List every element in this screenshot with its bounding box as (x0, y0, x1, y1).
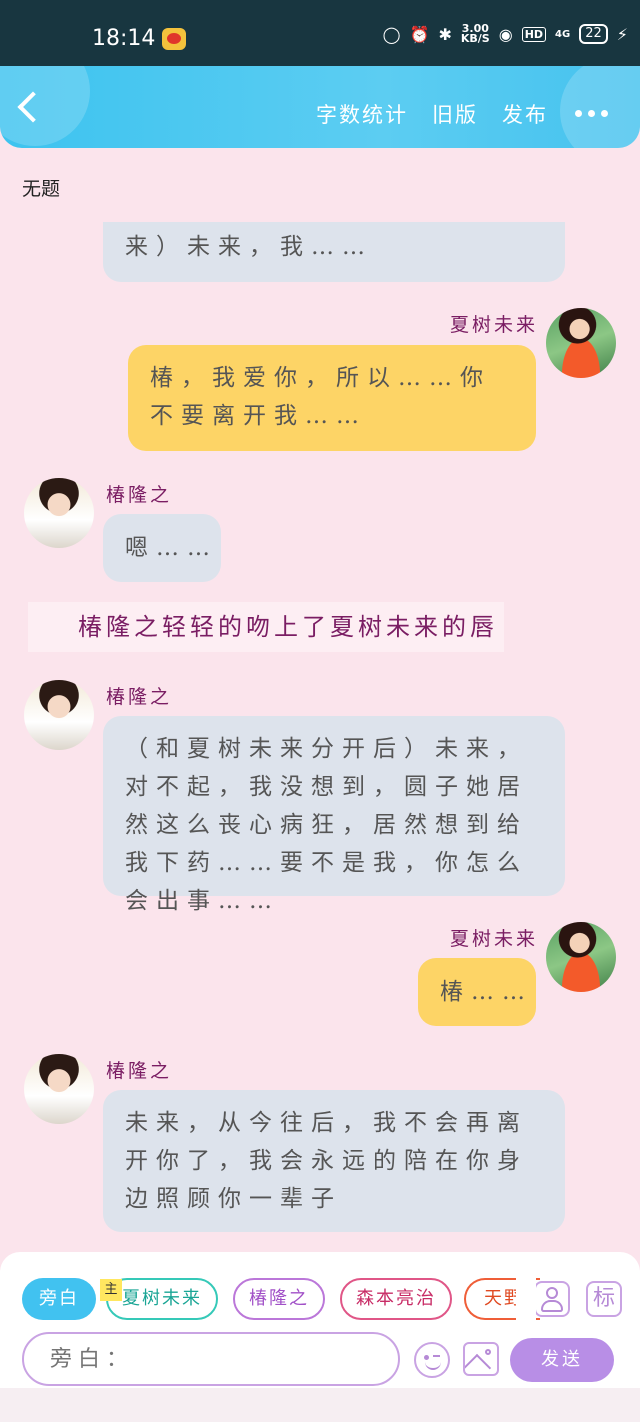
main-role-badge: 主 (100, 1279, 122, 1301)
chat-area[interactable]: 来）未来，我…… 夏树未来 椿，我爱你，所以……你不要离开我…… 椿隆之 嗯……… (0, 148, 640, 1252)
avatar-chunlong[interactable] (24, 1054, 94, 1124)
role-chip-narration[interactable]: 旁白 (22, 1278, 96, 1320)
avatar-chunlong[interactable] (24, 680, 94, 750)
role-chip-xiashu[interactable]: 夏树未来 (106, 1278, 218, 1320)
send-button[interactable]: 发送 (510, 1338, 614, 1382)
charging-icon: ⚡ (616, 24, 628, 44)
wifi-icon: ◉ (498, 24, 513, 44)
message-input-box[interactable] (22, 1332, 400, 1386)
message-bubble[interactable]: 未来，从今往后，我不会再离开你了，我会永远的陪在你身边照顾你一辈子 (103, 1090, 565, 1232)
message-input[interactable] (24, 1334, 398, 1384)
speaker-name: 椿隆之 (106, 686, 173, 708)
speaker-name: 椿隆之 (106, 484, 173, 506)
status-bar: 18:14 ◯ ⏰ ✱ 3.00 KB/S ◉ HD 4G 22 ⚡ (0, 0, 640, 66)
narration-line[interactable]: 椿隆之轻轻的吻上了夏树未来的唇 (28, 602, 504, 652)
message-bubble[interactable]: 椿…… (418, 958, 536, 1026)
weibo-notification-icon (162, 28, 186, 50)
app-header: 字数统计 旧版 发布 (0, 66, 640, 148)
role-chip-senben[interactable]: 森本亮治 (340, 1278, 452, 1320)
speaker-name: 椿隆之 (106, 1060, 173, 1082)
message-bubble[interactable]: 椿，我爱你，所以……你不要离开我…… (128, 345, 536, 451)
avatar-chunlong[interactable] (24, 478, 94, 548)
emoji-icon[interactable] (414, 1342, 450, 1378)
network-speed: 3.00 KB/S (460, 23, 490, 45)
message-bubble[interactable]: （和夏树未来分开后）未来，对不起，我没想到，圆子她居然这么丧心病狂，居然想到给我… (103, 716, 565, 914)
speaker-name: 夏树未来 (450, 314, 539, 336)
avatar-xiashu[interactable] (546, 308, 616, 378)
battery-icon: 22 (579, 24, 608, 44)
status-icons: ◯ ⏰ ✱ 3.00 KB/S ◉ HD 4G 22 ⚡ (382, 23, 628, 45)
header-decoration (560, 66, 640, 148)
alarm-icon: ⏰ (409, 24, 430, 44)
tag-button[interactable]: 标 (586, 1281, 622, 1317)
hd-icon: HD (521, 26, 547, 42)
old-version-button[interactable]: 旧版 (432, 99, 478, 129)
chip-scroll-fade (516, 1270, 536, 1320)
speaker-name: 夏树未来 (450, 928, 539, 950)
image-icon[interactable] (463, 1342, 499, 1376)
role-chip-chunlong[interactable]: 椿隆之 (233, 1278, 325, 1320)
speed-unit: KB/S (460, 32, 490, 45)
publish-button[interactable]: 发布 (502, 99, 548, 129)
message-bubble[interactable]: 嗯…… (103, 514, 221, 582)
status-time: 18:14 (92, 26, 156, 51)
header-actions: 字数统计 旧版 发布 (316, 99, 548, 129)
more-options-icon[interactable] (575, 110, 608, 117)
avatar-xiashu[interactable] (546, 922, 616, 992)
word-count-button[interactable]: 字数统计 (316, 99, 408, 129)
water-drop-icon: ◯ (382, 24, 401, 44)
cell-signal-icon: 4G (555, 28, 571, 40)
message-bubble[interactable]: 来）未来，我…… (103, 222, 565, 282)
role-manage-icon[interactable] (534, 1281, 570, 1317)
bottom-edge (0, 1388, 640, 1422)
bluetooth-icon: ✱ (438, 24, 452, 44)
